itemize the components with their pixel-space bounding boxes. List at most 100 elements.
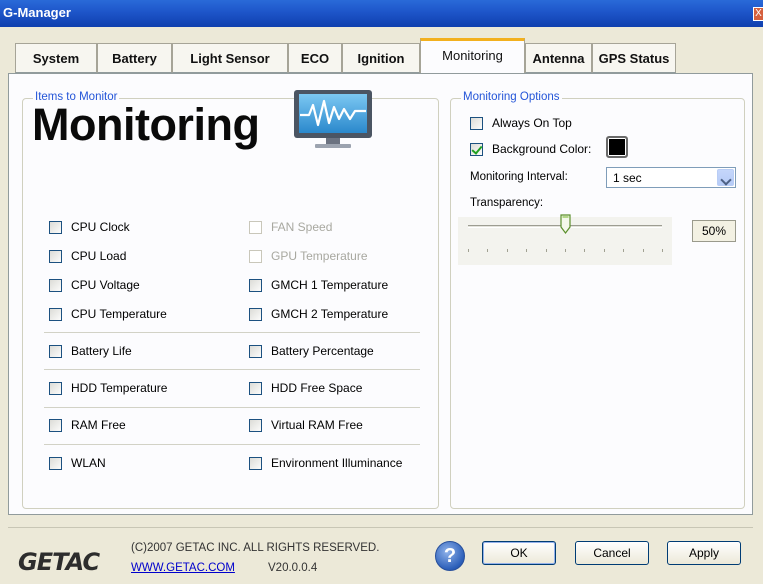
slider-tick [487,249,489,252]
window-title: G-Manager [3,5,71,20]
tab-system[interactable]: System [15,43,97,73]
checkbox-label: Battery Life [71,344,132,358]
monitoring-interval-label: Monitoring Interval: [470,171,568,183]
monitoring-interval-select[interactable]: 1 sec [606,167,736,188]
cancel-button[interactable]: Cancel [575,541,649,565]
checkbox-label: RAM Free [71,418,126,432]
tab-eco[interactable]: ECO [288,43,342,73]
monitoring-interval-value: 1 sec [613,171,642,185]
slider-tick [565,249,566,252]
checkbox-label: HDD Free Space [271,381,363,395]
checkbox-box [249,220,262,234]
checkbox-box[interactable] [49,418,62,432]
transparency-slider[interactable] [458,214,672,265]
checkbox-label: Always On Top [492,116,572,130]
hdd-free-space-checkbox[interactable]: HDD Free Space [249,381,362,395]
slider-thumb[interactable] [559,214,571,234]
gpu-temperature-checkbox: GPU Temperature [249,249,368,263]
checkbox-label: CPU Clock [71,220,130,234]
apply-button[interactable]: Apply [667,541,741,565]
cpu-temperature-checkbox[interactable]: CPU Temperature [49,307,167,321]
cpu-voltage-checkbox[interactable]: CPU Voltage [49,278,140,292]
slider-tick [662,249,663,252]
checkbox-label: Battery Percentage [271,344,374,358]
checkbox-box[interactable] [470,116,483,130]
background-color-checkbox[interactable]: Background Color: [470,142,591,156]
tab-gps-status[interactable]: GPS Status [592,43,676,73]
footer-divider [8,527,753,528]
separator [44,369,420,370]
monitoring-options-group: Monitoring Options [450,91,745,509]
checkbox-label: FAN Speed [271,220,333,234]
checkbox-box[interactable] [249,344,262,358]
battery-life-checkbox[interactable]: Battery Life [49,344,132,358]
tab-light-sensor[interactable]: Light Sensor [172,43,288,73]
checkbox-label: GPU Temperature [271,249,368,263]
checkbox-label: WLAN [71,456,106,470]
checkbox-label: GMCH 2 Temperature [271,307,389,321]
checkbox-box[interactable] [49,220,62,234]
slider-tick [642,249,644,252]
checkbox-box[interactable] [249,307,262,321]
window-body: System Battery Light Sensor ECO Ignition… [0,27,763,584]
checkbox-box[interactable] [49,456,62,470]
chevron-down-icon[interactable] [717,169,734,186]
copyright-text: (C)2007 GETAC INC. ALL RIGHTS RESERVED. [131,542,380,554]
slider-tick [545,249,547,252]
help-icon[interactable]: ? [435,541,465,571]
checkbox-label: CPU Load [71,249,127,263]
checkbox-box[interactable] [249,418,262,432]
checkbox-label: GMCH 1 Temperature [271,278,389,292]
checkbox-label: CPU Temperature [71,307,167,321]
ram-free-checkbox[interactable]: RAM Free [49,418,126,432]
checkbox-label: Environment Illuminance [271,456,403,470]
slider-tick [623,249,625,252]
checkbox-label: Virtual RAM Free [271,418,363,432]
checkbox-box[interactable] [49,344,62,358]
environment-illuminance-checkbox[interactable]: Environment Illuminance [249,456,402,470]
title-bar[interactable]: G-Manager X [0,0,763,27]
battery-percentage-checkbox[interactable]: Battery Percentage [249,344,374,358]
checkbox-box [249,249,262,263]
slider-tick [603,249,605,252]
items-to-monitor-group: Items to Monitor [22,91,439,509]
separator [44,332,420,333]
tab-antenna[interactable]: Antenna [525,43,592,73]
monitoring-options-legend: Monitoring Options [461,91,562,103]
virtual-ram-free-checkbox[interactable]: Virtual RAM Free [249,418,363,432]
checkbox-box[interactable] [470,142,483,156]
cpu-clock-checkbox[interactable]: CPU Clock [49,220,130,234]
checkbox-label: HDD Temperature [71,381,168,395]
checkbox-box[interactable] [49,249,62,263]
tab-battery[interactable]: Battery [97,43,172,73]
slider-tick [584,249,586,252]
version-text: V20.0.0.4 [268,562,318,574]
checkbox-box[interactable] [49,381,62,395]
fan-speed-checkbox: FAN Speed [249,220,332,234]
website-link[interactable]: WWW.GETAC.COM [131,562,235,574]
cpu-load-checkbox[interactable]: CPU Load [49,249,126,263]
close-button[interactable]: X [753,7,763,21]
transparency-label: Transparency: [470,197,544,209]
checkbox-box[interactable] [249,381,262,395]
monitor-chart-icon [294,90,372,148]
tab-ignition[interactable]: Ignition [342,43,420,73]
gmch1-temperature-checkbox[interactable]: GMCH 1 Temperature [249,278,388,292]
monitoring-heading: Monitoring [32,99,260,150]
slider-tick [526,249,528,252]
slider-tick [468,249,469,252]
wlan-checkbox[interactable]: WLAN [49,456,106,470]
checkbox-box[interactable] [49,278,62,292]
hdd-temperature-checkbox[interactable]: HDD Temperature [49,381,167,395]
ok-button[interactable]: OK [482,541,556,565]
gmch2-temperature-checkbox[interactable]: GMCH 2 Temperature [249,307,388,321]
transparency-value: 50% [692,220,736,242]
checkbox-box[interactable] [249,278,262,292]
checkbox-box[interactable] [49,307,62,321]
tab-monitoring[interactable]: Monitoring [420,38,525,73]
always-on-top-checkbox[interactable]: Always On Top [470,116,572,130]
checkbox-box[interactable] [249,456,262,470]
checkbox-label: Background Color: [492,142,592,156]
background-color-swatch[interactable] [606,136,628,158]
slider-tick [506,249,508,252]
